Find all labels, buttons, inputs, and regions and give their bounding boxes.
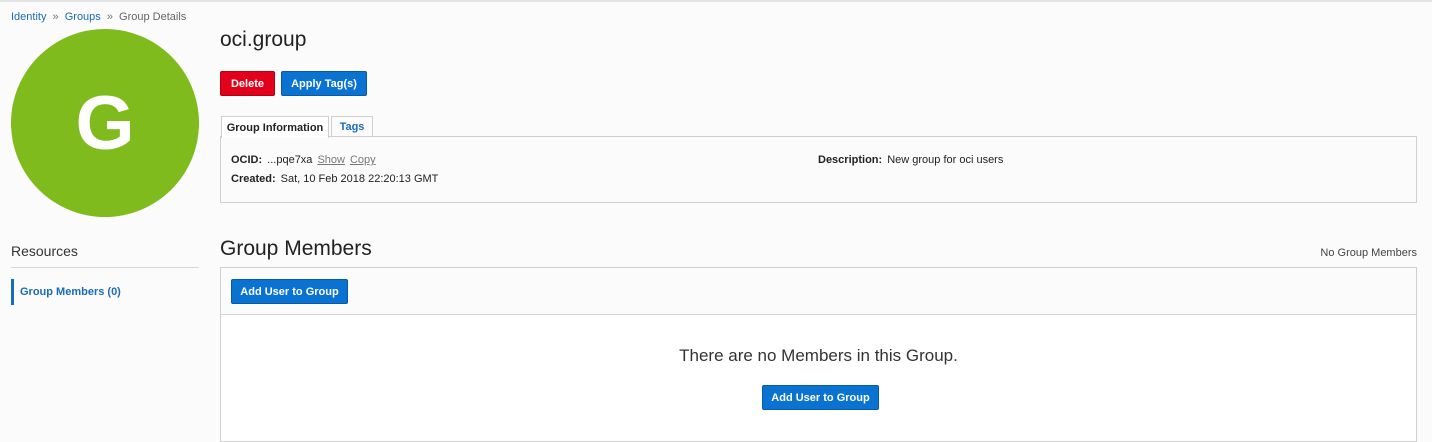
resources-title: Resources [11,243,78,259]
tab-tags[interactable]: Tags [331,116,373,137]
ocid-label: OCID: [231,154,263,166]
breadcrumb-identity-link[interactable]: Identity [11,11,46,23]
top-border [0,0,1432,2]
empty-members-message: There are no Members in this Group. [679,346,958,365]
add-user-to-group-button[interactable]: Add User to Group [231,279,348,304]
created-field: Created: Sat, 10 Feb 2018 22:20:13 GMT [231,173,438,185]
breadcrumb: Identity » Groups » Group Details [11,11,186,23]
group-members-status: No Group Members [1320,247,1417,259]
breadcrumb-separator: » [52,11,59,23]
ocid-copy-link[interactable]: Copy [350,154,376,166]
created-value: Sat, 10 Feb 2018 22:20:13 GMT [280,173,439,185]
resources-item-group-members[interactable]: Group Members (0) [11,279,199,305]
created-label: Created: [231,173,276,185]
tab-group-information[interactable]: Group Information [221,116,329,138]
ocid-field: OCID: ...pqe7xa Show Copy [231,154,376,166]
delete-button[interactable]: Delete [220,71,275,96]
breadcrumb-groups-link[interactable]: Groups [65,11,101,23]
description-field: Description: New group for oci users [818,154,1003,166]
apply-tags-button[interactable]: Apply Tag(s) [281,71,367,96]
ocid-value: ...pqe7xa [267,154,313,166]
resources-divider [11,267,199,268]
breadcrumb-current: Group Details [119,11,187,23]
group-information-panel: OCID: ...pqe7xa Show Copy Created: Sat, 10 F… [220,136,1417,203]
group-avatar: G [11,29,199,217]
description-label: Description: [818,154,883,166]
members-toolbar: Add User to Group [221,268,1416,315]
breadcrumb-separator: » [106,11,113,23]
group-members-panel: Add User to Group There are no Members i… [220,267,1417,442]
description-value: New group for oci users [887,154,1004,166]
ocid-show-link[interactable]: Show [317,154,345,166]
page-title: oci.group [220,28,307,51]
avatar-letter: G [75,80,135,166]
group-members-title: Group Members [220,237,372,260]
add-user-to-group-empty-button[interactable]: Add User to Group [762,385,879,410]
